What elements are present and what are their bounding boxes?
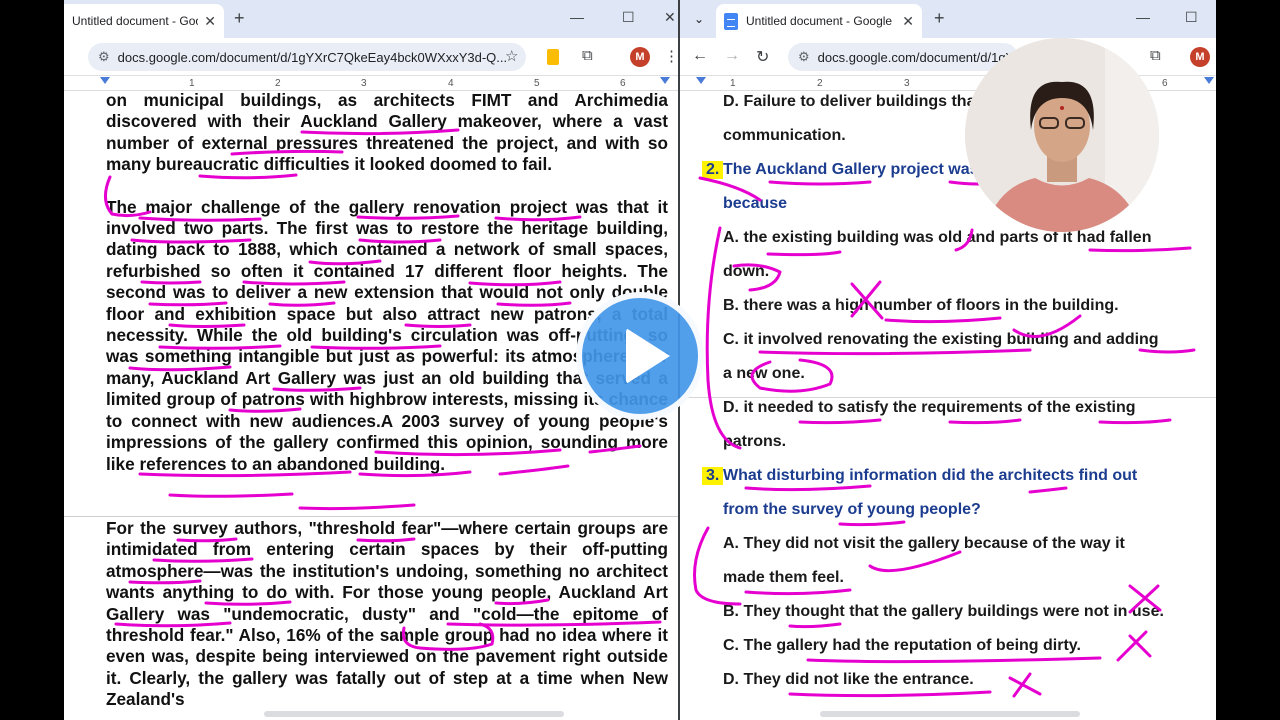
left-ruler: 1 2 3 4 5 6 <box>64 77 678 91</box>
ruler-number: 3 <box>361 78 367 89</box>
question-text: What disturbing information did the arch… <box>723 467 1138 484</box>
question-number: 2. <box>702 161 724 179</box>
right-tab-strip: ⌄ Untitled document - Google Docs ✕ + — … <box>680 0 1216 38</box>
page-break <box>64 516 678 517</box>
avatar[interactable]: M <box>1190 47 1210 67</box>
ruler-number: 2 <box>275 78 281 89</box>
url-text: docs.google.com/document/d/1gY... <box>817 49 1018 65</box>
forward-icon[interactable]: → <box>724 47 740 65</box>
right-indent-marker[interactable] <box>660 77 670 84</box>
option-d: patrons. <box>723 433 787 450</box>
option-a: down. <box>723 263 770 280</box>
left-letterbox <box>0 0 64 720</box>
ruler-number: 4 <box>448 78 454 89</box>
chevron-down-icon[interactable]: ⌄ <box>688 8 710 30</box>
avatar[interactable]: M <box>630 47 650 67</box>
option-d: D. They did not like the entrance. <box>723 671 974 688</box>
ruler-number: 6 <box>1162 78 1168 89</box>
option-b: B. They thought that the gallery buildin… <box>723 603 1164 620</box>
plus-icon[interactable]: + <box>934 8 945 29</box>
webcam-overlay <box>965 38 1159 232</box>
menu-icon[interactable]: ⋮ <box>664 47 678 65</box>
left-doc-tab[interactable]: Untitled document - Google Docs ✕ <box>64 4 224 38</box>
page-break <box>680 397 1216 398</box>
presenter-image <box>965 38 1159 232</box>
site-settings-icon[interactable]: ⚙ <box>98 49 110 65</box>
left-document-page[interactable]: on municipal buildings, as architects FI… <box>106 90 668 496</box>
right-indent-marker[interactable] <box>1204 77 1214 84</box>
option-a: made them feel. <box>723 569 844 586</box>
option-c: C. it involved renovating the existing b… <box>723 331 1159 348</box>
indent-marker[interactable] <box>696 77 706 84</box>
question-text: because <box>723 195 788 212</box>
maximize-icon[interactable]: ☐ <box>622 9 635 26</box>
horizontal-scrollbar[interactable] <box>264 711 564 717</box>
question-number: 3. <box>702 467 724 485</box>
minimize-icon[interactable]: — <box>1136 9 1150 25</box>
bookmark-extension-icon[interactable] <box>547 49 559 65</box>
reload-icon[interactable]: ↻ <box>756 47 769 67</box>
ruler-number: 2 <box>817 78 823 89</box>
option-a: A. the existing building was old and par… <box>723 229 1152 246</box>
maximize-icon[interactable]: ☐ <box>1185 9 1198 26</box>
option-a: A. They did not visit the gallery becaus… <box>723 535 1125 552</box>
left-toolbar: ⚙ docs.google.com/document/d/1gYXrC7QkeE… <box>64 38 678 76</box>
right-toolbar: ← → ↻ ⚙ docs.google.com/document/d/1gY..… <box>680 38 1216 76</box>
indent-marker[interactable] <box>100 77 110 84</box>
plus-icon[interactable]: + <box>234 8 245 29</box>
back-icon[interactable]: ← <box>692 47 708 65</box>
ruler-number: 5 <box>534 78 540 89</box>
play-button[interactable] <box>576 292 704 420</box>
tab-title: Untitled document - Google Docs <box>746 14 896 28</box>
star-icon[interactable]: ☆ <box>505 47 518 65</box>
ruler-number: 3 <box>904 78 910 89</box>
site-settings-icon[interactable]: ⚙ <box>798 49 810 65</box>
extensions-icon[interactable]: ⧉ <box>582 47 593 64</box>
close-window-icon[interactable]: ✕ <box>664 9 676 26</box>
address-bar[interactable]: ⚙ docs.google.com/document/d/1gYXrC7QkeE… <box>88 43 526 71</box>
option-d: D. it needed to satisfy the requirements… <box>723 399 1136 416</box>
right-doc-tab[interactable]: Untitled document - Google Docs ✕ <box>716 4 922 38</box>
close-icon[interactable]: ✕ <box>204 13 216 30</box>
option-line: communication. <box>723 127 846 144</box>
docs-icon <box>724 12 738 30</box>
option-c: a new one. <box>723 365 805 382</box>
ruler-number: 6 <box>620 78 626 89</box>
ruler-number: 1 <box>730 78 736 89</box>
horizontal-scrollbar[interactable] <box>820 711 1080 717</box>
option-c: C. The gallery had the reputation of bei… <box>723 637 1081 654</box>
left-document-page-2[interactable]: For the survey authors, "threshold fear"… <box>106 518 668 711</box>
extensions-icon[interactable]: ⧉ <box>1150 47 1161 64</box>
url-text: docs.google.com/document/d/1gYXrC7QkeEay… <box>117 49 508 65</box>
paragraph-3: For the survey authors, "threshold fear"… <box>106 518 668 710</box>
play-icon <box>626 328 670 384</box>
address-bar[interactable]: ⚙ docs.google.com/document/d/1gY... <box>788 43 1018 71</box>
minimize-icon[interactable]: — <box>570 9 584 25</box>
paragraph-1: on municipal buildings, as architects FI… <box>106 90 668 175</box>
question-text: from the survey of young people? <box>723 501 981 518</box>
ruler-number: 1 <box>189 78 195 89</box>
right-letterbox <box>1216 0 1280 720</box>
tab-title: Untitled document - Google Docs <box>72 14 198 28</box>
close-icon[interactable]: ✕ <box>902 13 914 30</box>
left-tab-strip: Untitled document - Google Docs ✕ + — ☐ … <box>64 0 678 38</box>
option-b: B. there was a high number of floors in … <box>723 297 1119 314</box>
